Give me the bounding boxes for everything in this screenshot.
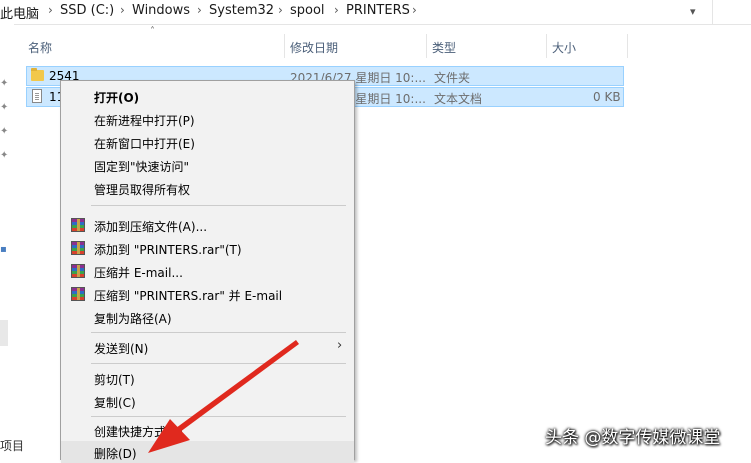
menu-item-add-to-archive[interactable]: 添加到压缩文件(A)... <box>61 214 354 236</box>
refresh-button[interactable] <box>712 0 751 24</box>
watermark-text: 头条 @数字传媒微课堂 <box>545 428 721 448</box>
winrar-icon <box>71 287 85 301</box>
chevron-right-icon: › <box>337 338 343 353</box>
menu-item-open-new-process[interactable]: 在新进程中打开(P) <box>61 108 354 130</box>
pin-icon: ✦ <box>0 150 9 161</box>
column-divider[interactable] <box>426 34 427 58</box>
nav-selected-item[interactable] <box>0 320 8 346</box>
breadcrumb-spool[interactable]: spool <box>290 3 325 18</box>
file-size: 0 KB <box>593 90 621 104</box>
pin-icon: ✦ <box>0 102 9 113</box>
breadcrumb-ssd-c[interactable]: SSD (C:) <box>60 3 114 18</box>
menu-item-copy[interactable]: 复制(C) <box>61 390 354 412</box>
menu-item-pin-quick-access[interactable]: 固定到"快速访问" <box>61 154 354 176</box>
menu-item-open-new-window[interactable]: 在新窗口中打开(E) <box>61 131 354 153</box>
pin-icon: ✦ <box>0 78 9 89</box>
menu-separator <box>91 332 346 333</box>
menu-item-compress-printers-email[interactable]: 压缩到 "PRINTERS.rar" 并 E-mail <box>61 283 354 305</box>
menu-item-add-to-printers-rar[interactable]: 添加到 "PRINTERS.rar"(T) <box>61 237 354 259</box>
column-header: ˄ 名称 修改日期 类型 大小 <box>22 26 628 62</box>
breadcrumb-separator[interactable]: › <box>412 3 417 17</box>
winrar-icon <box>71 218 85 232</box>
pin-icon: ✦ <box>0 126 9 137</box>
navigation-pane[interactable]: ✦ ✦ ✦ ✦ ▪ <box>0 24 14 457</box>
breadcrumb-windows[interactable]: Windows <box>132 3 190 18</box>
breadcrumb-printers[interactable]: PRINTERS <box>346 3 410 18</box>
column-date[interactable]: 修改日期 <box>290 39 338 56</box>
sort-ascending-icon: ˄ <box>150 26 155 37</box>
context-menu[interactable]: 打开(O) 在新进程中打开(P) 在新窗口中打开(E) 固定到"快速访问" 管理… <box>60 80 355 463</box>
file-type: 文本文档 <box>434 92 483 106</box>
menu-item-copy-as-path[interactable]: 复制为路径(A) <box>61 306 354 328</box>
text-document-icon <box>32 89 42 103</box>
menu-item-take-ownership[interactable]: 管理员取得所有权 <box>61 177 354 199</box>
breadcrumb-separator[interactable]: › <box>278 3 283 17</box>
breadcrumb-this-pc[interactable]: 此电脑 <box>0 3 39 22</box>
address-bar[interactable]: 此电脑 › SSD (C:) › Windows › System32 › sp… <box>0 0 751 25</box>
breadcrumb-separator[interactable]: › <box>197 3 202 17</box>
menu-item-cut[interactable]: 剪切(T) <box>61 367 354 389</box>
menu-item-send-to[interactable]: 发送到(N) › <box>61 336 354 358</box>
breadcrumb-separator[interactable]: › <box>334 3 339 17</box>
nav-marker-icon: ▪ <box>0 244 7 255</box>
menu-item-open[interactable]: 打开(O) <box>61 85 354 107</box>
menu-separator <box>91 205 346 206</box>
status-item-count-label: 项目 <box>0 439 25 453</box>
menu-item-create-shortcut[interactable]: 创建快捷方式(S) <box>61 419 354 441</box>
column-size[interactable]: 大小 <box>552 39 576 56</box>
winrar-icon <box>71 264 85 278</box>
breadcrumb-system32[interactable]: System32 <box>209 3 274 18</box>
winrar-icon <box>71 241 85 255</box>
column-divider[interactable] <box>284 34 285 58</box>
menu-separator <box>91 363 346 364</box>
folder-icon <box>31 68 44 81</box>
column-type[interactable]: 类型 <box>432 39 456 56</box>
file-type: 文件夹 <box>434 71 471 85</box>
breadcrumb-separator[interactable]: › <box>120 3 125 17</box>
column-divider[interactable] <box>627 34 628 58</box>
menu-separator <box>91 416 346 417</box>
breadcrumb-separator[interactable]: › <box>48 3 53 17</box>
menu-item-delete[interactable]: 删除(D) <box>61 441 354 463</box>
chevron-down-icon[interactable]: ▾ <box>690 5 696 18</box>
menu-item-compress-email[interactable]: 压缩并 E-mail... <box>61 260 354 282</box>
column-divider[interactable] <box>546 34 547 58</box>
column-name[interactable]: 名称 <box>28 39 52 56</box>
